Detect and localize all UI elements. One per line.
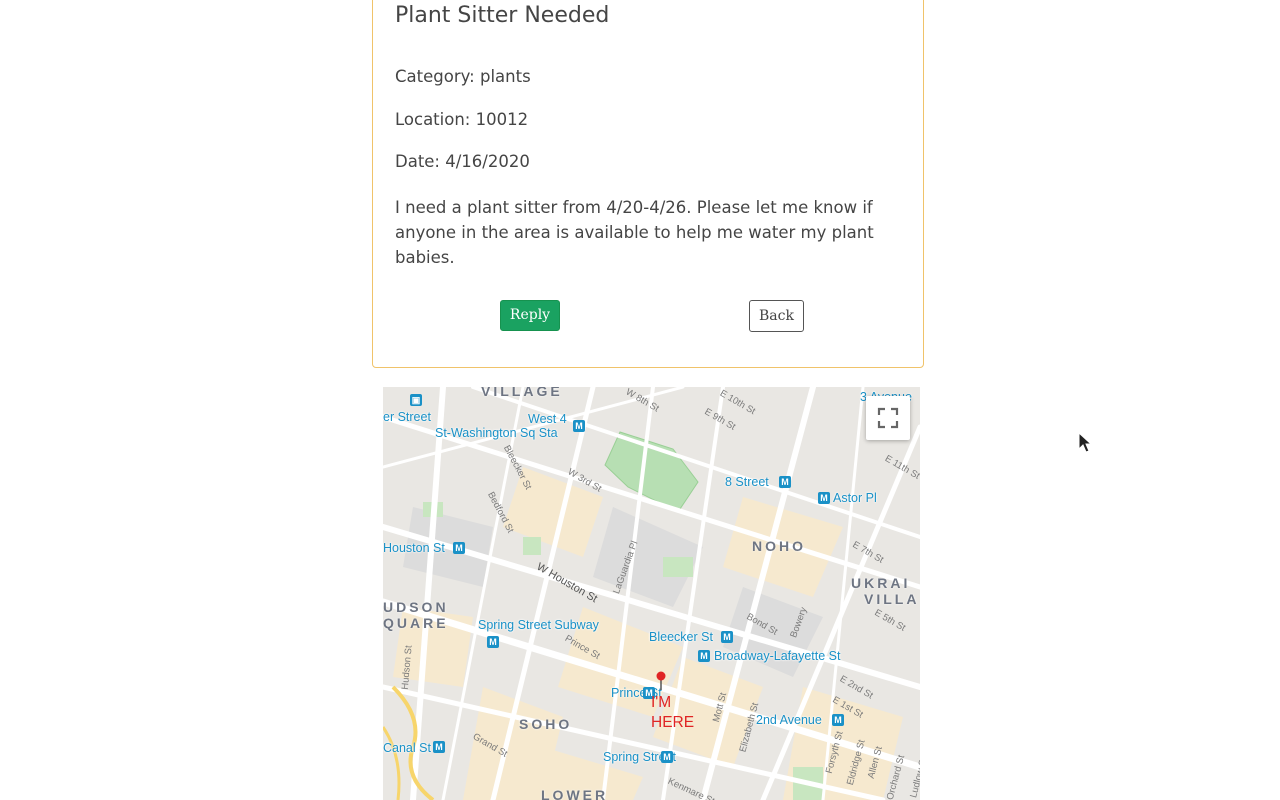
back-button[interactable]: Back (749, 300, 804, 332)
subway-icon: M (832, 714, 844, 726)
map-label-station: St-Washington Sq Sta (435, 426, 558, 440)
subway-icon: M (698, 650, 710, 662)
post-card: Plant Sitter Needed Category: plants Loc… (372, 0, 924, 368)
map-label-district: UKRAI (851, 575, 911, 591)
map-marker-pin-icon[interactable] (655, 671, 667, 691)
subway-icon: M (721, 631, 733, 643)
location-map[interactable]: er Street ▣ West 4 St-Washington Sq Sta … (383, 387, 920, 800)
map-label-district: QUARE (383, 615, 449, 631)
map-label-district: VILLA (864, 591, 920, 607)
map-marker-label: I'M HERE (651, 693, 711, 733)
map-label-district: UDSON (383, 599, 449, 615)
map-label-station: Bleecker St (649, 630, 713, 644)
map-label-station: er Street (383, 410, 431, 424)
map-label-station: 2nd Avenue (756, 713, 822, 727)
post-category: Category: plants (395, 67, 531, 86)
subway-icon: M (661, 751, 673, 763)
map-marker-text: I'M HERE (651, 694, 695, 731)
subway-icon: M (453, 542, 465, 554)
post-title: Plant Sitter Needed (395, 3, 610, 28)
mouse-cursor-icon (1078, 432, 1093, 453)
map-label-station: Spring Street Subway (478, 618, 599, 632)
post-date: Date: 4/16/2020 (395, 152, 530, 171)
subway-icon: M (433, 741, 445, 753)
reply-button[interactable]: Reply (500, 300, 560, 331)
map-label-station: 8 Street (725, 475, 769, 489)
fullscreen-button[interactable] (866, 396, 910, 440)
post-description: I need a plant sitter from 4/20-4/26. Pl… (395, 198, 874, 267)
map-label-station: Canal St (383, 741, 431, 755)
map-label-station: Astor Pl (833, 491, 877, 505)
post-location: Location: 10012 (395, 110, 529, 129)
map-label-district: LOWER (541, 787, 609, 800)
fullscreen-icon (877, 407, 899, 429)
subway-icon: M (818, 492, 830, 504)
subway-icon: M (573, 420, 585, 432)
map-label-district: NOHO (752, 538, 806, 554)
map-label-district: SOHO (519, 716, 573, 732)
subway-icon: M (487, 636, 499, 648)
map-label-station: Houston St (383, 541, 445, 555)
map-label-station: Broadway-Lafayette St (714, 649, 841, 663)
map-label-station: West 4 (528, 412, 567, 426)
subway-icon: ▣ (410, 394, 422, 406)
map-label-district: VILLAGE (481, 387, 563, 399)
subway-icon: M (779, 476, 791, 488)
